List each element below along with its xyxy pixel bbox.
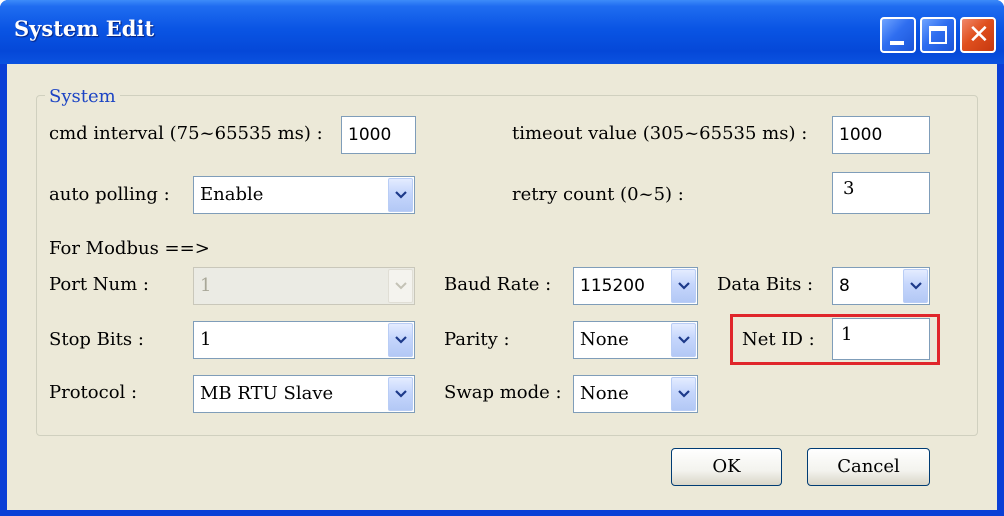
dialog-client-area: System cmd interval (75~65535 ms) : 1000…	[7, 64, 997, 510]
cmd-interval-label: cmd interval (75~65535 ms) :	[49, 123, 323, 144]
stop-bits-dropdown-button[interactable]	[388, 323, 413, 357]
close-button[interactable]: ✕	[960, 17, 996, 53]
parity-label: Parity :	[444, 329, 510, 350]
auto-polling-dropdown-button[interactable]	[388, 178, 413, 212]
chevron-down-icon	[678, 390, 690, 398]
stop-bits-select[interactable]: 1	[193, 321, 415, 359]
chevron-down-icon	[395, 336, 407, 344]
parity-select[interactable]: None	[573, 321, 698, 359]
baud-rate-select[interactable]: 115200	[573, 267, 698, 305]
chevron-down-icon	[910, 282, 922, 290]
stop-bits-label: Stop Bits :	[49, 329, 144, 350]
cmd-interval-input[interactable]: 1000	[341, 116, 416, 154]
baud-rate-label: Baud Rate :	[444, 274, 552, 295]
auto-polling-select[interactable]: Enable	[193, 176, 415, 214]
retry-count-input[interactable]: 3	[832, 172, 930, 214]
port-num-select[interactable]: 1	[193, 267, 415, 305]
maximize-button[interactable]	[920, 17, 956, 53]
modbus-section-label: For Modbus ==>	[49, 238, 210, 259]
cancel-button[interactable]: Cancel	[807, 448, 930, 486]
timeout-value-label: timeout value (305~65535 ms) :	[512, 123, 808, 144]
maximize-icon	[929, 26, 947, 44]
ok-button[interactable]: OK	[671, 448, 782, 486]
protocol-dropdown-button[interactable]	[388, 377, 413, 411]
swap-mode-select[interactable]: None	[573, 375, 698, 413]
group-title: System	[45, 86, 120, 107]
title-bar[interactable]: System Edit ✕	[0, 0, 1004, 64]
chevron-down-icon	[395, 390, 407, 398]
system-edit-window: System Edit ✕ System cmd interval (75~65…	[0, 0, 1004, 516]
minimize-icon	[890, 41, 904, 45]
port-num-dropdown-button[interactable]	[388, 269, 413, 303]
port-num-label: Port Num :	[49, 274, 149, 295]
window-title: System Edit	[14, 16, 155, 41]
data-bits-label: Data Bits :	[717, 274, 814, 295]
chevron-down-icon	[678, 336, 690, 344]
parity-dropdown-button[interactable]	[671, 323, 696, 357]
protocol-select[interactable]: MB RTU Slave	[193, 375, 415, 413]
swap-mode-label: Swap mode :	[444, 382, 562, 403]
retry-count-label: retry count (0~5) :	[512, 184, 684, 205]
close-icon: ✕	[968, 20, 990, 50]
data-bits-select[interactable]: 8	[832, 267, 930, 305]
chevron-down-icon	[395, 191, 407, 199]
protocol-label: Protocol :	[49, 382, 138, 403]
auto-polling-label: auto polling :	[49, 184, 170, 205]
chevron-down-icon	[678, 282, 690, 290]
net-id-input[interactable]: 1	[832, 318, 930, 360]
swap-mode-dropdown-button[interactable]	[671, 377, 696, 411]
chevron-down-icon	[395, 282, 407, 290]
net-id-label: Net ID :	[742, 329, 815, 350]
baud-rate-dropdown-button[interactable]	[671, 269, 696, 303]
timeout-value-input[interactable]: 1000	[832, 116, 930, 154]
minimize-button[interactable]	[880, 17, 916, 53]
data-bits-dropdown-button[interactable]	[903, 269, 928, 303]
